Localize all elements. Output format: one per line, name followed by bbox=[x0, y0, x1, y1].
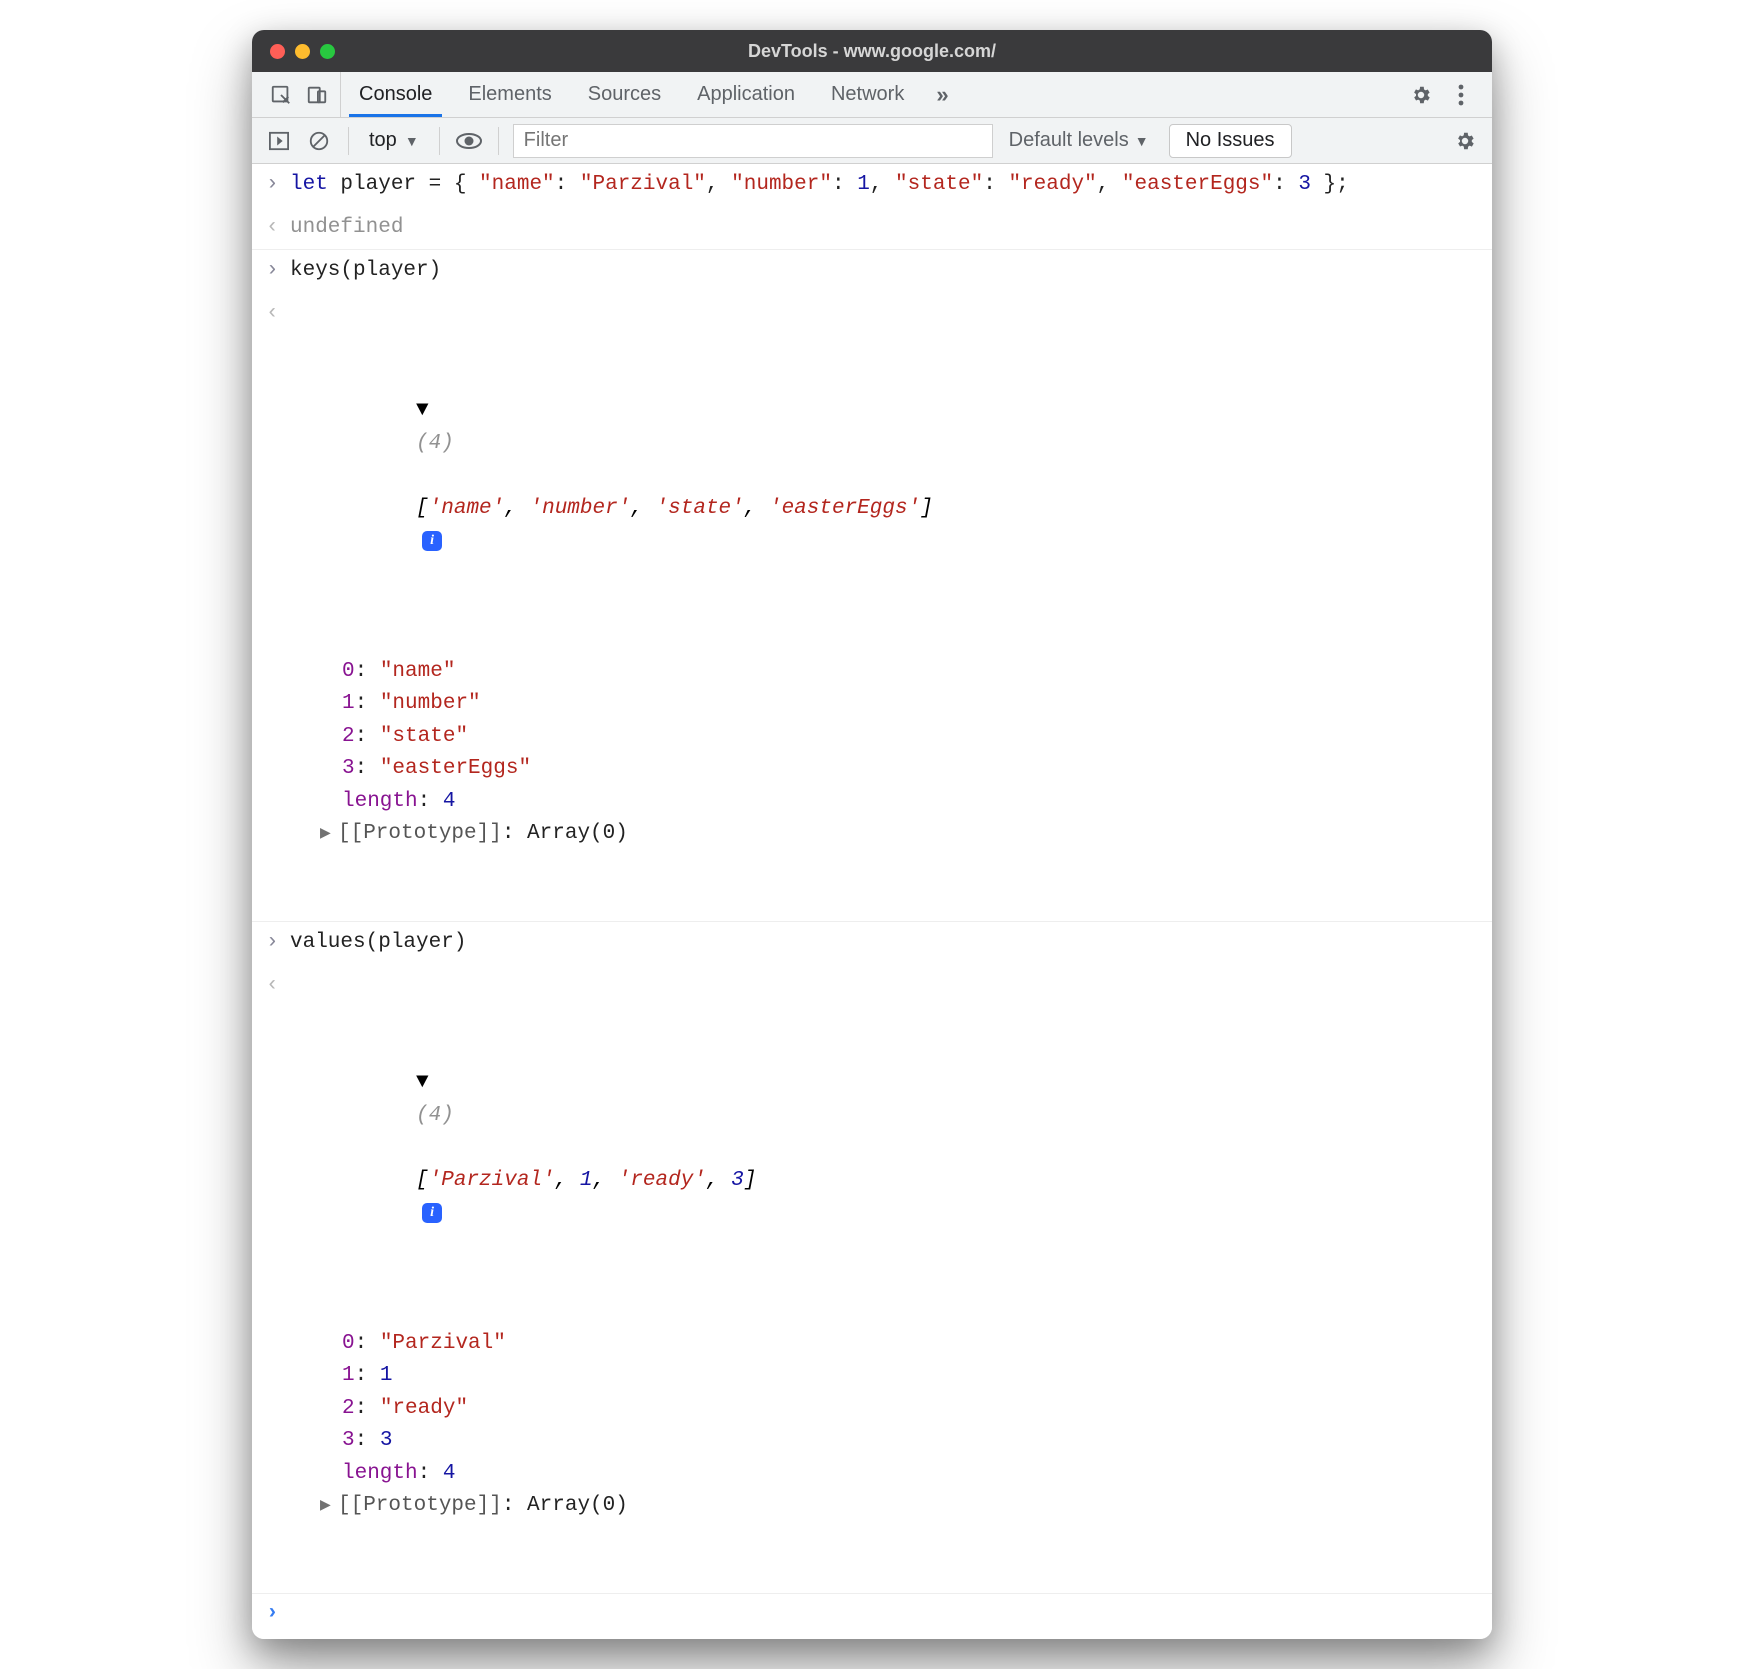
console-result-row: ‹ (4) ['name', 'number', 'state', 'easte… bbox=[252, 293, 1492, 922]
maximize-window-button[interactable] bbox=[320, 44, 335, 59]
window-title: DevTools - www.google.com/ bbox=[748, 41, 996, 62]
tab-label: Console bbox=[359, 83, 432, 106]
result-value: (4) ['name', 'number', 'state', 'easterE… bbox=[290, 298, 1482, 916]
array-summary[interactable]: (4) ['name', 'number', 'state', 'easterE… bbox=[290, 363, 1482, 591]
settings-icon[interactable] bbox=[1406, 80, 1436, 110]
issues-button[interactable]: No Issues bbox=[1169, 124, 1292, 158]
tab-elements[interactable]: Elements bbox=[450, 72, 569, 117]
tab-sources[interactable]: Sources bbox=[570, 72, 679, 117]
console-code: values(player) bbox=[290, 927, 1482, 960]
close-window-button[interactable] bbox=[270, 44, 285, 59]
output-marker-icon: ‹ bbox=[266, 212, 290, 245]
prompt-marker-icon: › bbox=[266, 1602, 290, 1625]
tabs-bar: Console Elements Sources Application Net… bbox=[252, 72, 1492, 118]
info-icon[interactable]: i bbox=[422, 531, 442, 551]
array-item: 1: 1 bbox=[342, 1360, 1482, 1393]
input-marker-icon: › bbox=[266, 169, 290, 202]
console-toolbar: top ▼ Default levels ▼ No Issues bbox=[252, 118, 1492, 164]
traffic-lights bbox=[270, 44, 335, 59]
array-length: (4) bbox=[416, 432, 454, 455]
array-item: 2: "state" bbox=[342, 721, 1482, 754]
prototype-row[interactable]: [[Prototype]]: Array(0) bbox=[320, 1490, 1482, 1523]
console-input-row[interactable]: › values(player) bbox=[252, 922, 1492, 965]
tabs-overflow-button[interactable]: » bbox=[922, 72, 964, 117]
result-value: undefined bbox=[290, 212, 1482, 245]
console-prompt[interactable]: › bbox=[252, 1594, 1492, 1639]
array-length: (4) bbox=[416, 1104, 454, 1127]
chevron-down-icon: ▼ bbox=[405, 133, 419, 149]
expand-toggle-icon[interactable] bbox=[320, 824, 338, 846]
output-marker-icon: ‹ bbox=[266, 298, 290, 331]
filter-input[interactable] bbox=[513, 124, 993, 158]
kebab-menu-icon[interactable] bbox=[1446, 80, 1476, 110]
console-result-row: ‹ undefined bbox=[252, 207, 1492, 251]
console-input-row[interactable]: › keys(player) bbox=[252, 250, 1492, 293]
array-length-prop: length: 4 bbox=[342, 1458, 1482, 1491]
console-code: keys(player) bbox=[290, 255, 1482, 288]
log-levels-label: Default levels bbox=[1009, 129, 1129, 152]
info-icon[interactable]: i bbox=[422, 1203, 442, 1223]
log-levels-selector[interactable]: Default levels ▼ bbox=[1009, 129, 1149, 152]
input-marker-icon: › bbox=[266, 927, 290, 960]
expand-toggle-icon[interactable] bbox=[416, 1071, 429, 1094]
tab-label: Network bbox=[831, 83, 904, 106]
console-result-row: ‹ (4) ['Parzival', 1, 'ready', 3] i 0: "… bbox=[252, 965, 1492, 1594]
devtools-window: DevTools - www.google.com/ Console Eleme… bbox=[252, 30, 1492, 1639]
tab-label: Sources bbox=[588, 83, 661, 106]
tab-label: Elements bbox=[468, 83, 551, 106]
context-selector[interactable]: top ▼ bbox=[363, 129, 425, 152]
console-output: › let player = { "name": "Parzival", "nu… bbox=[252, 164, 1492, 1639]
inspect-tools bbox=[258, 72, 341, 117]
prototype-row[interactable]: [[Prototype]]: Array(0) bbox=[320, 818, 1482, 851]
context-label: top bbox=[369, 129, 397, 152]
inspect-element-icon[interactable] bbox=[266, 80, 296, 110]
array-item: 1: "number" bbox=[342, 688, 1482, 721]
minimize-window-button[interactable] bbox=[295, 44, 310, 59]
console-input-row[interactable]: › let player = { "name": "Parzival", "nu… bbox=[252, 164, 1492, 207]
tab-console[interactable]: Console bbox=[341, 72, 450, 117]
tab-network[interactable]: Network bbox=[813, 72, 922, 117]
array-item: 3: "easterEggs" bbox=[342, 753, 1482, 786]
console-settings-icon[interactable] bbox=[1450, 126, 1480, 156]
tab-label: Application bbox=[697, 83, 795, 106]
toggle-sidebar-icon[interactable] bbox=[264, 126, 294, 156]
expand-toggle-icon[interactable] bbox=[320, 1496, 338, 1518]
live-expression-icon[interactable] bbox=[454, 126, 484, 156]
array-item: 0: "name" bbox=[342, 656, 1482, 689]
array-item: 0: "Parzival" bbox=[342, 1328, 1482, 1361]
array-preview: ['Parzival', 1, 'ready', 3] bbox=[416, 1169, 756, 1192]
clear-console-icon[interactable] bbox=[304, 126, 334, 156]
input-marker-icon: › bbox=[266, 255, 290, 288]
device-toolbar-icon[interactable] bbox=[302, 80, 332, 110]
array-item: 3: 3 bbox=[342, 1425, 1482, 1458]
titlebar: DevTools - www.google.com/ bbox=[252, 30, 1492, 72]
console-code: let player = { "name": "Parzival", "numb… bbox=[290, 169, 1482, 202]
panel-tabs: Console Elements Sources Application Net… bbox=[341, 72, 922, 117]
chevron-down-icon: ▼ bbox=[1135, 133, 1149, 149]
array-summary[interactable]: (4) ['Parzival', 1, 'ready', 3] i bbox=[290, 1035, 1482, 1263]
array-item: 2: "ready" bbox=[342, 1393, 1482, 1426]
expand-toggle-icon[interactable] bbox=[416, 399, 429, 422]
output-marker-icon: ‹ bbox=[266, 970, 290, 1003]
array-preview: ['name', 'number', 'state', 'easterEggs'… bbox=[416, 497, 933, 520]
array-length-prop: length: 4 bbox=[342, 786, 1482, 819]
tab-application[interactable]: Application bbox=[679, 72, 813, 117]
result-value: (4) ['Parzival', 1, 'ready', 3] i 0: "Pa… bbox=[290, 970, 1482, 1588]
